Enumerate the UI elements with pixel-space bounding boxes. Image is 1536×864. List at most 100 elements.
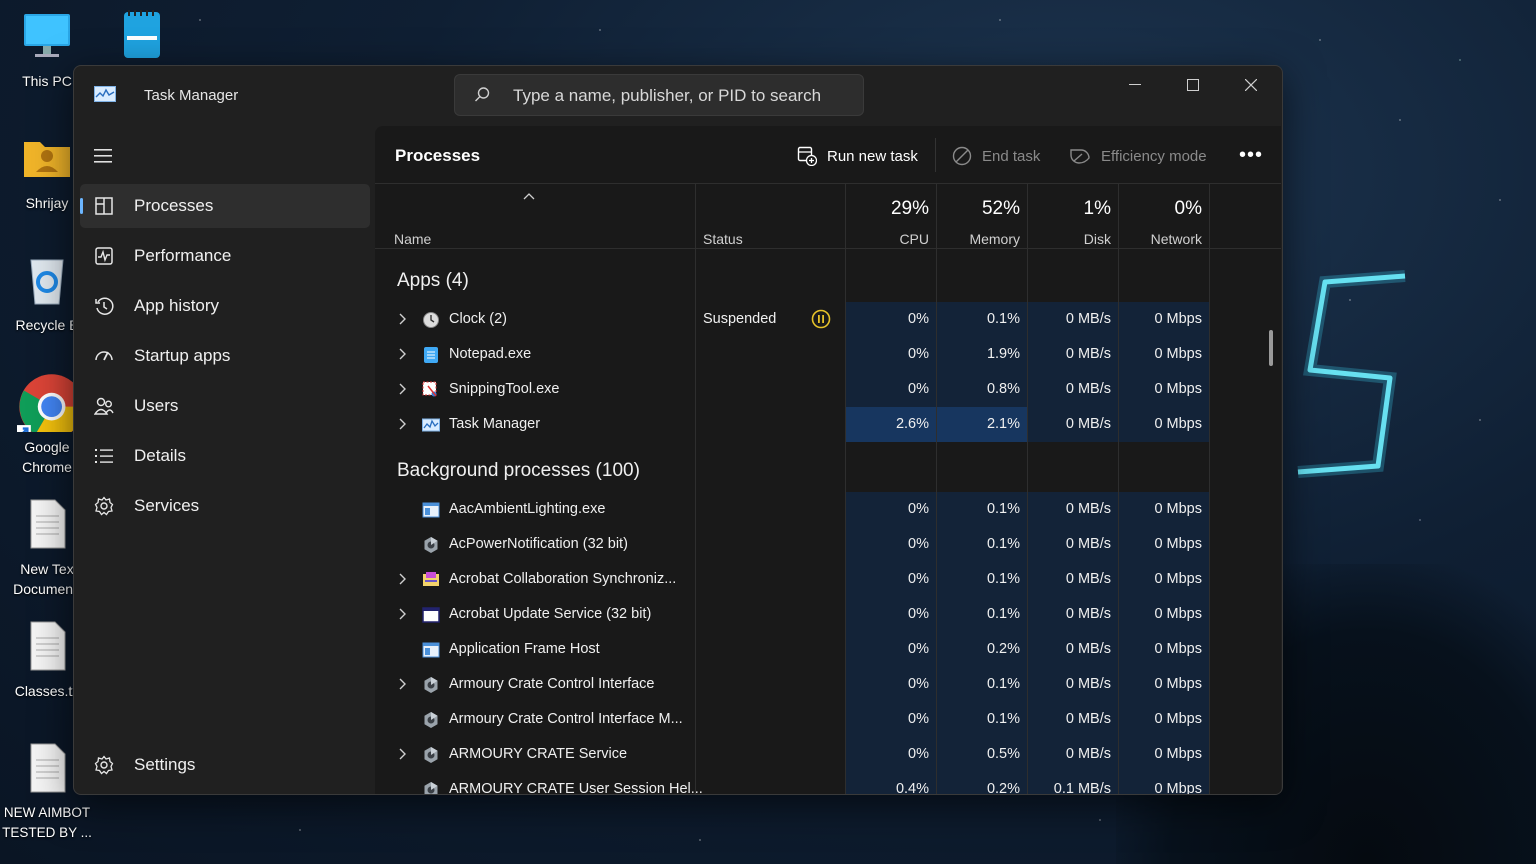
chevron-right-icon[interactable] [397, 677, 407, 691]
title-bar[interactable]: Task Manager [74, 66, 1282, 122]
column-network-percent[interactable]: 0% [1110, 198, 1202, 220]
sort-ascending-icon[interactable] [523, 192, 535, 200]
desktop-icon-label: Google Chrome [22, 439, 72, 475]
column-name[interactable]: Name [394, 231, 431, 247]
chevron-right-icon[interactable] [397, 382, 407, 396]
wallpaper-neon-glyph [1297, 270, 1406, 478]
cell-cpu: 0% [846, 302, 936, 337]
acrobat-collab-icon [422, 571, 440, 589]
table-row[interactable]: SnippingTool.exe 0% 0.8% 0 MB/s 0 Mbps [375, 372, 1209, 407]
cell-cpu: 0% [846, 527, 936, 562]
column-cpu[interactable]: CPU [837, 231, 929, 247]
cell-disk: 0 MB/s [1028, 407, 1118, 442]
column-cpu-percent[interactable]: 29% [837, 198, 929, 220]
cell-disk: 0 MB/s [1028, 492, 1118, 527]
run-new-task-icon [797, 146, 817, 166]
table-row[interactable]: Armoury Crate Control Interface 0% 0.1% 0 M… [375, 667, 1209, 702]
asus-gear-icon [422, 711, 440, 729]
search-box[interactable] [454, 74, 864, 117]
group-header-background[interactable]: Background processes (100) [397, 460, 640, 482]
chevron-right-icon[interactable] [397, 312, 407, 326]
settings-gear-icon [94, 755, 114, 775]
end-task-label: End task [982, 147, 1041, 165]
process-name: AacAmbientLighting.exe [449, 501, 606, 517]
processes-icon [95, 197, 113, 215]
sidebar-item-users[interactable]: Users [80, 384, 370, 428]
cell-memory: 0.1% [937, 527, 1027, 562]
cell-disk: 0 MB/s [1028, 597, 1118, 632]
table-row[interactable]: Notepad.exe 0% 1.9% 0 MB/s 0 Mbps [375, 337, 1209, 372]
table-row[interactable]: Task Manager 2.6% 2.1% 0 MB/s 0 Mbps [375, 407, 1209, 442]
cell-disk: 0 MB/s [1028, 337, 1118, 372]
cell-memory: 2.1% [937, 407, 1027, 442]
performance-icon [95, 247, 113, 265]
users-icon [94, 397, 114, 415]
cell-network: 0 Mbps [1119, 372, 1209, 407]
table-row[interactable]: ARMOURY CRATE Service 0% 0.5% 0 MB/s 0 Mbps [375, 737, 1209, 772]
process-list: Apps (4) Background processes (100) Cloc… [375, 249, 1281, 794]
column-disk-percent[interactable]: 1% [1019, 198, 1111, 220]
close-button[interactable] [1222, 66, 1280, 104]
text-file-icon [30, 621, 66, 671]
sidebar-item-label: Users [134, 396, 179, 415]
chevron-right-icon[interactable] [397, 572, 407, 586]
column-memory-percent[interactable]: 52% [928, 198, 1020, 220]
clock-icon [422, 311, 440, 329]
sidebar-item-details[interactable]: Details [80, 434, 370, 478]
sidebar-item-services[interactable]: Services [80, 484, 370, 528]
sidebar-item-label: Startup apps [134, 346, 231, 365]
maximize-button[interactable] [1164, 66, 1222, 104]
asus-gear-icon [422, 536, 440, 554]
table-row[interactable]: Clock (2) Suspended 0% 0.1% 0 MB/s 0 Mbps [375, 302, 1209, 337]
efficiency-mode-button[interactable]: Efficiency mode [1069, 144, 1207, 168]
table-row[interactable]: Acrobat Collaboration Synchroniz... 0% 0.1… [375, 562, 1209, 597]
asus-gear-icon [422, 781, 440, 794]
column-network[interactable]: Network [1110, 231, 1202, 247]
group-header-apps[interactable]: Apps (4) [397, 270, 469, 292]
run-new-task-button[interactable]: Run new task [797, 144, 918, 168]
sidebar-item-processes[interactable]: Processes [80, 184, 370, 228]
table-row[interactable]: Application Frame Host 0% 0.2% 0 MB/s 0 Mbps [375, 632, 1209, 667]
cell-memory: 0.1% [937, 597, 1027, 632]
table-row[interactable]: Armoury Crate Control Interface M... 0% 0.… [375, 702, 1209, 737]
command-bar: Processes Run new task End task Efficien… [375, 126, 1281, 184]
chevron-right-icon[interactable] [397, 417, 407, 431]
cell-disk: 0 MB/s [1028, 372, 1118, 407]
table-row[interactable]: ARMOURY CRATE User Session Hel... 0.4% 0.2… [375, 772, 1209, 794]
more-options-button[interactable]: ••• [1239, 144, 1263, 167]
chevron-right-icon[interactable] [397, 347, 407, 361]
search-icon [475, 87, 490, 102]
cell-disk: 0.1 MB/s [1028, 772, 1118, 794]
table-row[interactable]: Acrobat Update Service (32 bit) 0% 0.1% 0 M… [375, 597, 1209, 632]
sidebar-item-performance[interactable]: Performance [80, 234, 370, 278]
table-row[interactable]: AcPowerNotification (32 bit) 0% 0.1% 0 MB/s… [375, 527, 1209, 562]
sidebar-item-settings[interactable]: Settings [80, 743, 370, 787]
end-task-button[interactable]: End task [952, 144, 1040, 168]
notebook-icon [124, 10, 160, 58]
task-manager-window: Task Manager Processes Performance [73, 65, 1283, 795]
chevron-right-icon[interactable] [397, 607, 407, 621]
column-disk[interactable]: Disk [1019, 231, 1111, 247]
column-status[interactable]: Status [703, 231, 743, 247]
column-divider [1118, 184, 1119, 794]
hamburger-menu-icon[interactable] [94, 148, 114, 164]
search-input[interactable] [511, 75, 855, 117]
sidebar-item-app-history[interactable]: App history [80, 284, 370, 328]
cell-disk: 0 MB/s [1028, 632, 1118, 667]
table-row[interactable]: AacAmbientLighting.exe 0% 0.1% 0 MB/s 0 Mbps [375, 492, 1209, 527]
cell-cpu: 0% [846, 492, 936, 527]
details-icon [95, 449, 113, 463]
sidebar-item-startup-apps[interactable]: Startup apps [80, 334, 370, 378]
scrollbar-thumb[interactable] [1269, 330, 1273, 366]
column-memory[interactable]: Memory [928, 231, 1020, 247]
minimize-button[interactable] [1106, 66, 1164, 104]
cell-cpu: 0% [846, 667, 936, 702]
cell-disk: 0 MB/s [1028, 302, 1118, 337]
desktop-icon-notebook[interactable] [95, 8, 187, 69]
cell-disk: 0 MB/s [1028, 737, 1118, 772]
process-name: ARMOURY CRATE Service [449, 746, 628, 762]
close-icon [1245, 79, 1257, 91]
column-divider [1209, 184, 1210, 794]
desktop-icon-label: NEW AIMBOT TESTED BY ... [2, 805, 92, 840]
chevron-right-icon[interactable] [397, 747, 407, 761]
